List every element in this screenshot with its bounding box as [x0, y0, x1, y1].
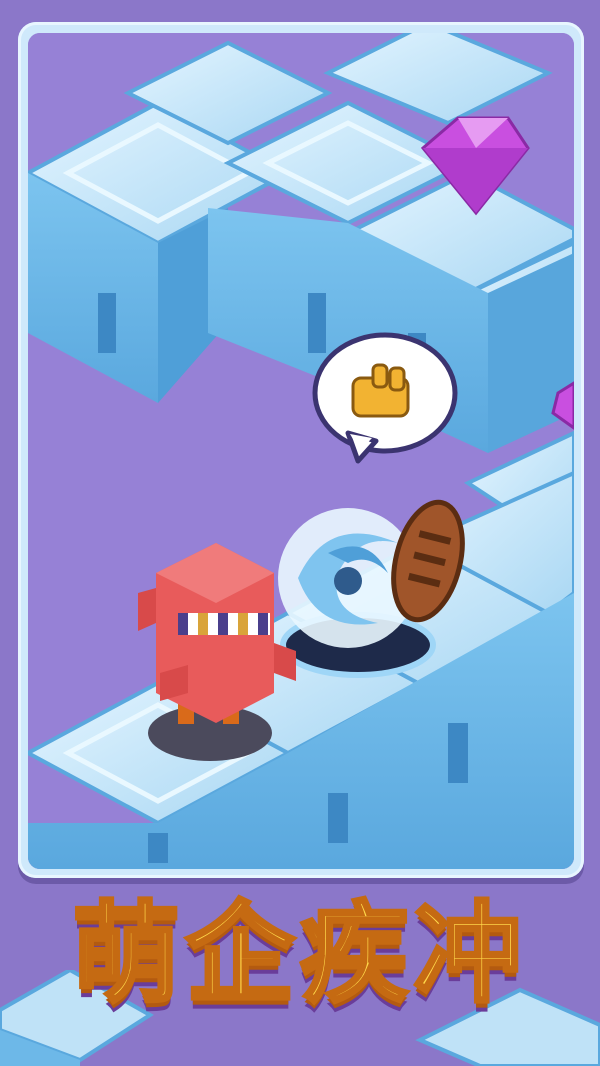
game-title: 萌企疾冲: [70, 890, 528, 1019]
game-scene[interactable]: [28, 33, 574, 869]
scene-canvas: [28, 33, 574, 869]
